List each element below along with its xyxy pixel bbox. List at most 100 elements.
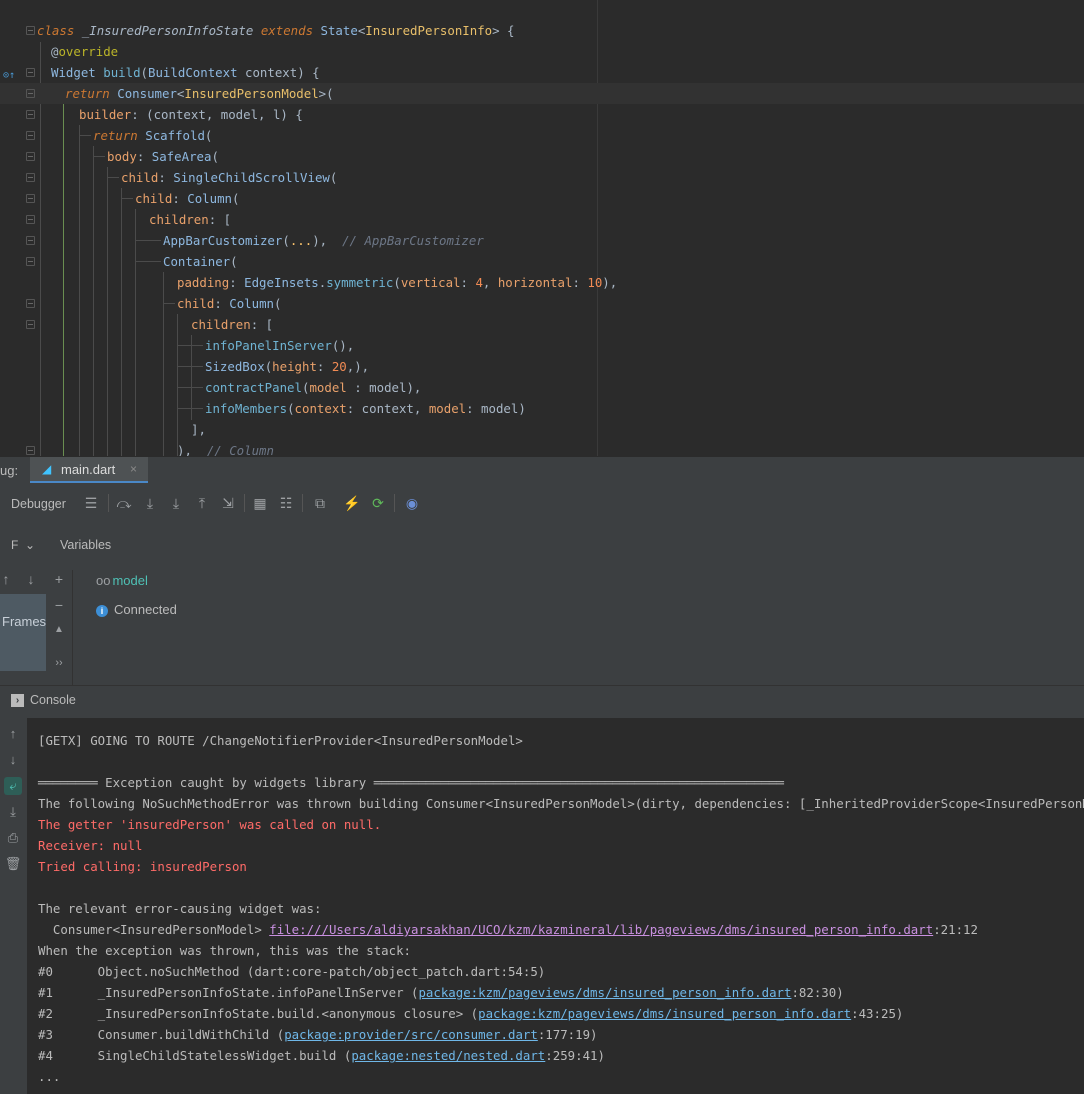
fold-marker[interactable] — [26, 152, 35, 161]
code-line-current[interactable]: return Consumer<InsuredPersonModel>( — [0, 83, 1084, 104]
code-line[interactable]: ], — [0, 419, 1084, 440]
more-icon[interactable]: ›› — [51, 655, 67, 671]
trash-icon[interactable]: 🗑 — [4, 855, 22, 873]
package-link[interactable]: package:kzm/pageviews/dms/insured_person… — [418, 985, 791, 1000]
fold-marker[interactable] — [26, 89, 35, 98]
variables-header: Variables — [60, 538, 112, 552]
fold-marker[interactable] — [26, 236, 35, 245]
console-line: Consumer<InsuredPersonModel> file:///Use… — [38, 922, 978, 937]
step-out-icon[interactable]: ⤒ — [192, 493, 212, 513]
code-line[interactable]: builder: (context, model, l) { — [0, 104, 1084, 125]
soft-wrap-icon[interactable]: ⤶ — [4, 777, 22, 795]
folded-code[interactable]: ... — [290, 233, 312, 248]
tab-main-dart[interactable]: ◢ main.dart × — [30, 457, 148, 484]
run-to-cursor-icon[interactable]: ⇲ — [218, 493, 238, 513]
frames-tab[interactable]: Frames — [0, 594, 46, 671]
fold-marker[interactable] — [26, 68, 35, 77]
console-line: The following NoSuchMethodError was thro… — [38, 796, 1084, 811]
code-line[interactable]: body: SafeArea( — [0, 146, 1084, 167]
code-line[interactable]: child: SingleChildScrollView( — [0, 167, 1084, 188]
toolbar-divider — [394, 494, 395, 512]
code-line[interactable]: infoMembers(context: context, model: mod… — [0, 398, 1084, 419]
fold-marker[interactable] — [26, 299, 35, 308]
close-icon[interactable]: × — [130, 462, 137, 476]
fold-marker[interactable] — [26, 215, 35, 224]
console-error-line: Receiver: null — [38, 838, 143, 853]
code-line[interactable]: Container( — [0, 251, 1084, 272]
add-icon[interactable]: + — [51, 571, 67, 587]
scroll-up-icon[interactable]: ↑ — [4, 725, 22, 743]
arrow-up-icon[interactable]: ↑ — [0, 571, 14, 587]
package-link[interactable]: package:provider/src/consumer.dart — [284, 1027, 538, 1042]
toolbar-divider — [302, 494, 303, 512]
watch-glasses-icon: oo — [96, 573, 111, 588]
fold-marker[interactable] — [26, 257, 35, 266]
code-editor[interactable]: class _InsuredPersonInfoState extends St… — [0, 0, 1084, 456]
frames-tab-label: Frames — [2, 614, 47, 629]
restore-layout-icon[interactable]: ⧉ — [310, 493, 330, 513]
code-line[interactable]: infoPanelInServer(), — [0, 335, 1084, 356]
console-toolbar: ↑ ↓ ⤶ ⤓ ⎙ 🗑 — [0, 718, 27, 1094]
console-line: The relevant error-causing widget was: — [38, 901, 322, 916]
code-line[interactable]: AppBarCustomizer(...), // AppBarCustomiz… — [0, 230, 1084, 251]
fold-marker[interactable] — [26, 173, 35, 182]
fold-marker[interactable] — [26, 110, 35, 119]
console-icon: › — [11, 694, 24, 707]
status-row: i Connected — [96, 602, 177, 617]
console-output[interactable]: [GETX] GOING TO ROUTE /ChangeNotifierPro… — [27, 718, 1084, 1094]
stack-frame-line: #2 _InsuredPersonInfoState.build.<anonym… — [38, 1006, 904, 1021]
step-over-icon[interactable]: ⤼ — [114, 493, 134, 513]
remove-icon[interactable]: − — [51, 597, 67, 613]
code-line[interactable]: @override — [0, 41, 1084, 62]
frames-dropdown[interactable]: F ⌄ — [11, 538, 35, 552]
debugger-toolbar: Debugger ☰ ⤼ ⤓ ⤓ ⤒ ⇲ ▦ ☷ ⧉ ⚡ ⟳ ◉ — [0, 483, 1084, 525]
fold-marker[interactable] — [26, 194, 35, 203]
code-line[interactable]: return Scaffold( — [0, 125, 1084, 146]
evaluate-expression-icon[interactable]: ▦ — [250, 493, 270, 513]
console-line: When the exception was thrown, this was … — [38, 943, 411, 958]
code-line[interactable]: children: [ — [0, 209, 1084, 230]
console-error-line: The getter 'insuredPerson' was called on… — [38, 817, 382, 832]
stack-frame-line: #3 Consumer.buildWithChild (package:prov… — [38, 1027, 598, 1042]
tab-label: main.dart — [61, 462, 116, 477]
panel-divider — [72, 570, 73, 685]
console-line: ... — [38, 1069, 61, 1084]
code-line[interactable]: children: [ — [0, 314, 1084, 335]
code-line[interactable]: ⊙↑ Widget build(BuildContext context) { — [0, 62, 1084, 83]
file-link[interactable]: file:///Users/aldiyarsakhan/UCO/kzm/kazm… — [269, 922, 933, 937]
fold-marker[interactable] — [26, 320, 35, 329]
fold-marker[interactable] — [26, 26, 35, 35]
variable-row[interactable]: oo model — [96, 573, 148, 588]
chevron-down-icon: ⌄ — [25, 538, 36, 552]
toolbar-divider — [108, 494, 109, 512]
force-step-into-icon[interactable]: ⤓ — [166, 493, 186, 513]
tab-console[interactable]: Console — [30, 693, 76, 707]
triangle-up-icon[interactable]: ▲ — [51, 622, 67, 638]
code-line[interactable]: ), // Column — [0, 440, 1084, 456]
flutter-icon: ◢ — [42, 462, 52, 476]
dart-devtools-icon[interactable]: ◉ — [402, 493, 422, 513]
menu-icon[interactable]: ☰ — [81, 493, 101, 513]
hot-reload-icon[interactable]: ⚡ — [342, 493, 362, 513]
print-icon[interactable]: ⎙ — [4, 829, 22, 847]
code-line[interactable]: SizedBox(height: 20,), — [0, 356, 1084, 377]
code-line[interactable]: padding: EdgeInsets.symmetric(vertical: … — [0, 272, 1084, 293]
debug-label: ug: — [0, 463, 19, 478]
code-line[interactable]: contractPanel(model : model), — [0, 377, 1084, 398]
console-line: ════════ Exception caught by widgets lib… — [38, 775, 784, 790]
tab-debugger[interactable]: Debugger — [11, 497, 66, 511]
scroll-down-icon[interactable]: ↓ — [4, 751, 22, 769]
hot-restart-icon[interactable]: ⟳ — [368, 493, 388, 513]
scroll-to-end-icon[interactable]: ⤓ — [4, 803, 22, 821]
fold-marker[interactable] — [26, 446, 35, 455]
stack-frame-line: #0 Object.noSuchMethod (dart:core-patch/… — [38, 964, 546, 979]
fold-marker[interactable] — [26, 131, 35, 140]
package-link[interactable]: package:nested/nested.dart — [351, 1048, 545, 1063]
code-line[interactable]: child: Column( — [0, 188, 1084, 209]
code-line[interactable]: class _InsuredPersonInfoState extends St… — [0, 20, 1084, 41]
trace-stream-icon[interactable]: ☷ — [276, 493, 296, 513]
package-link[interactable]: package:kzm/pageviews/dms/insured_person… — [478, 1006, 851, 1021]
arrow-down-icon[interactable]: ↓ — [23, 571, 39, 587]
step-into-icon[interactable]: ⤓ — [140, 493, 160, 513]
code-line[interactable]: child: Column( — [0, 293, 1084, 314]
